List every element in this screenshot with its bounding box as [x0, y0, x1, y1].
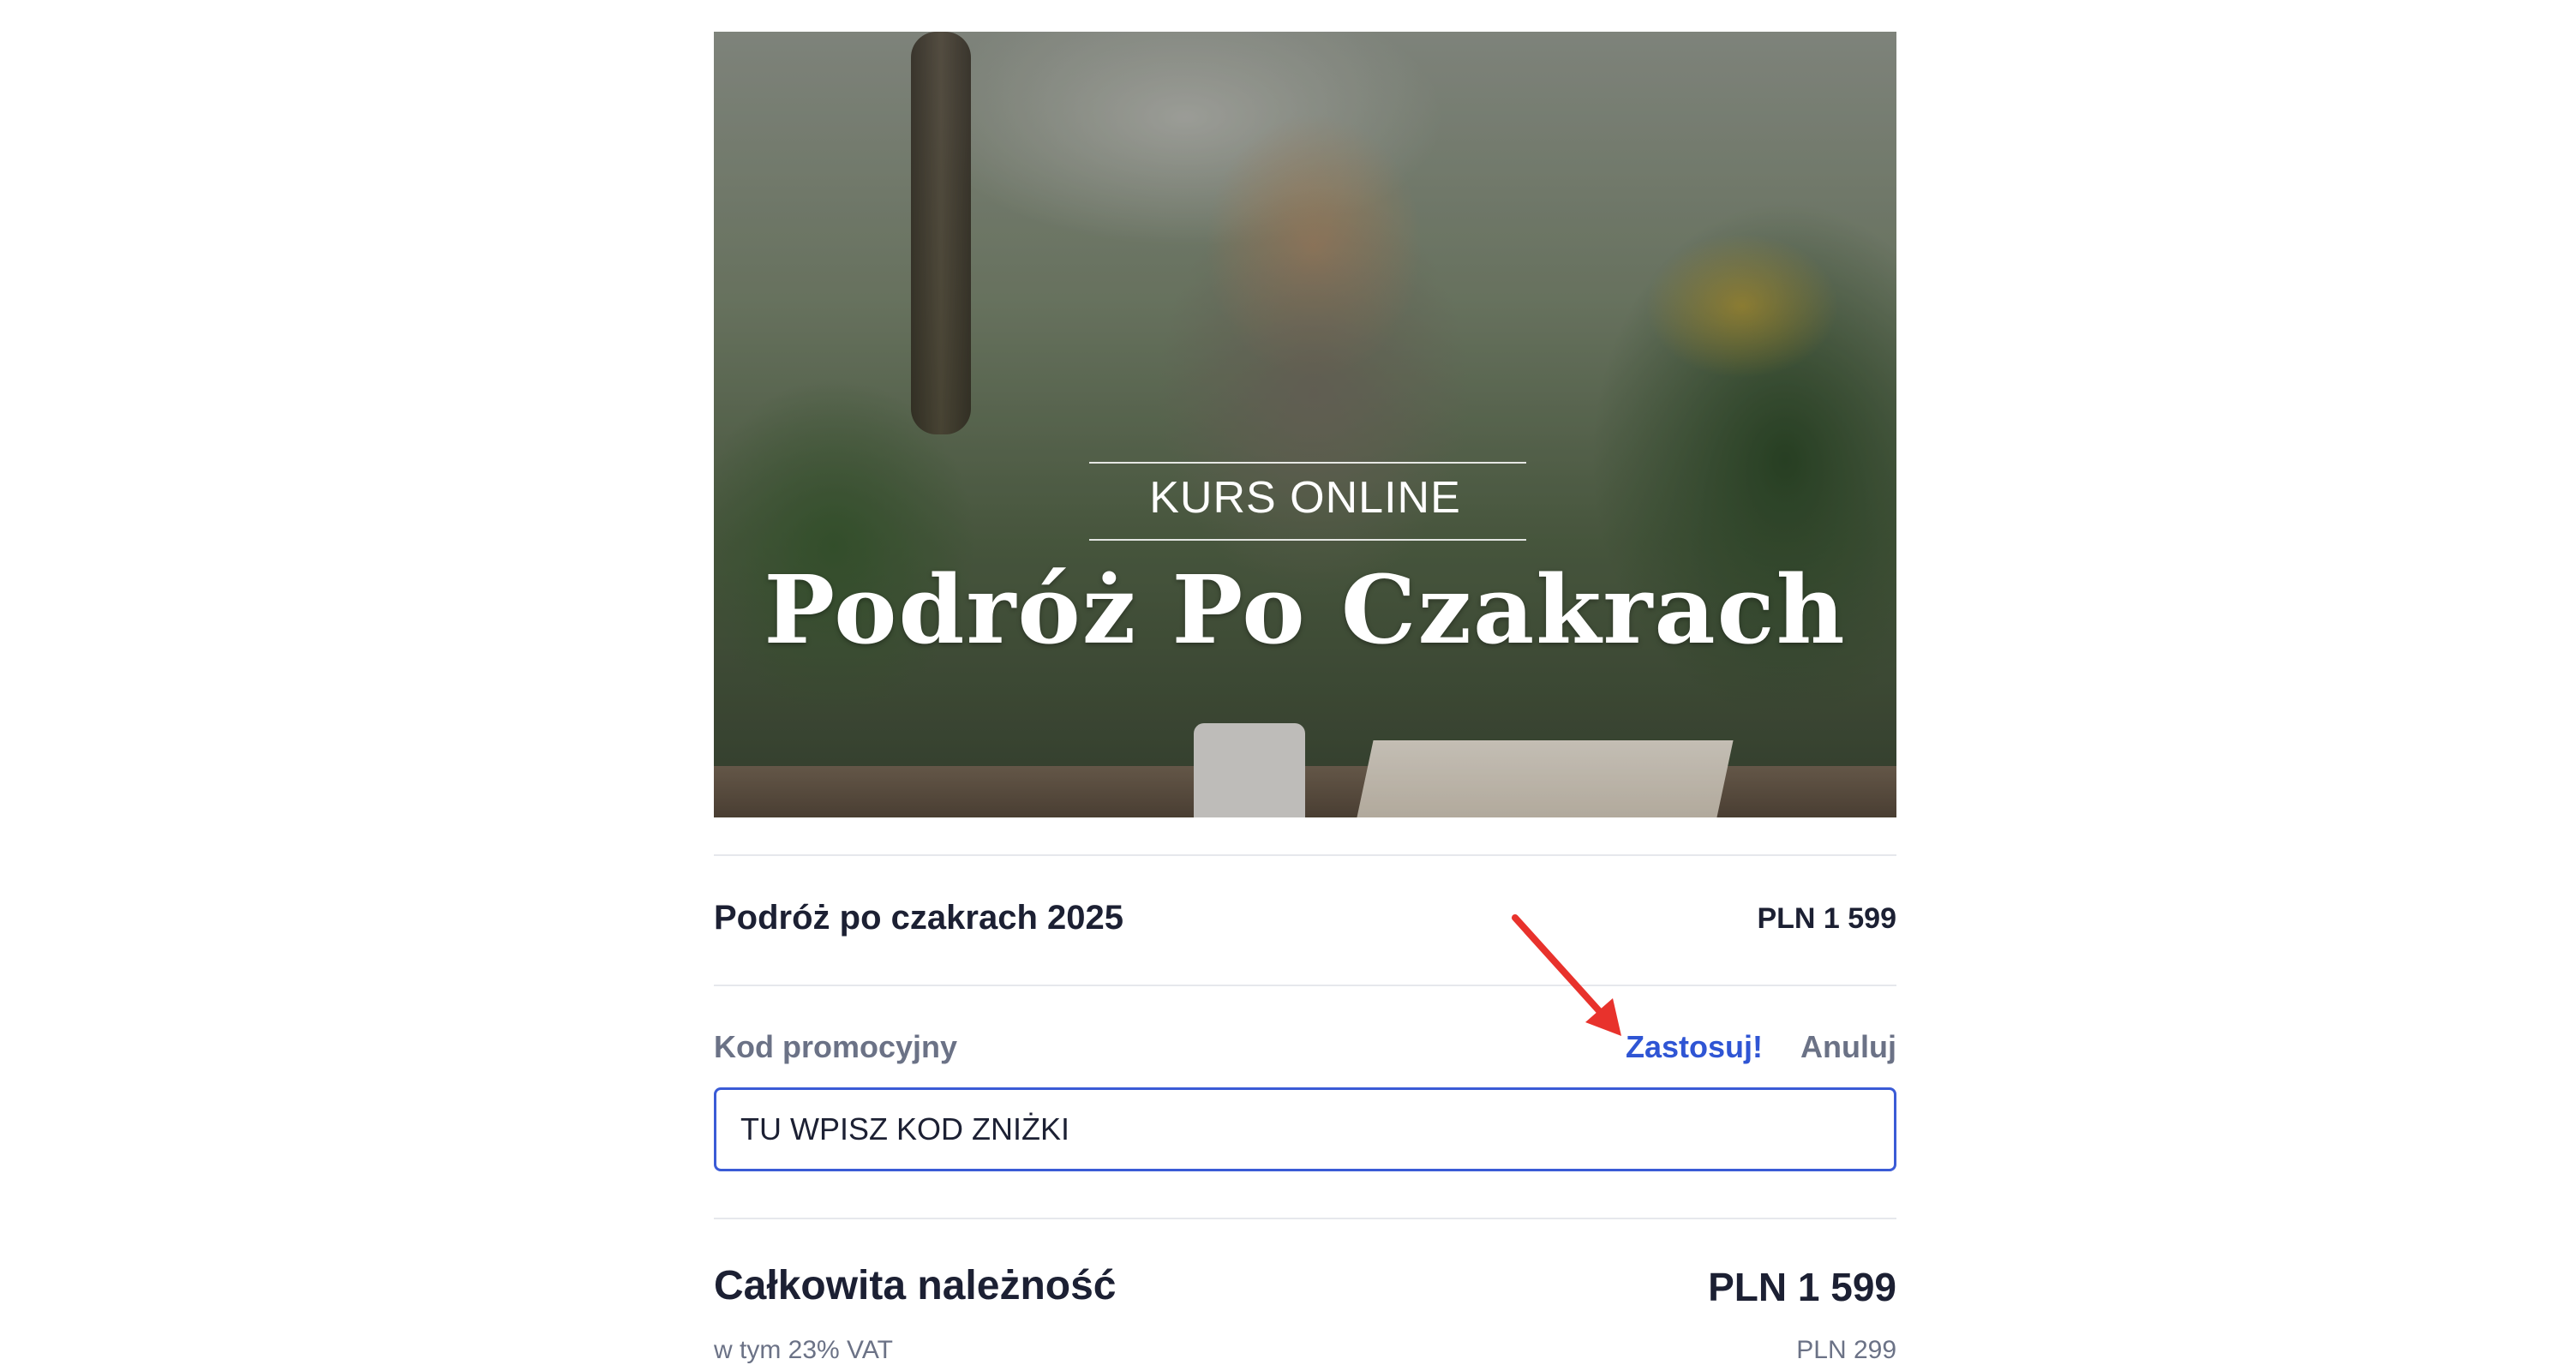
- product-price: PLN 1 599: [1757, 902, 1896, 935]
- product-name: Podróż po czakrach 2025: [714, 899, 1123, 937]
- total-label: Całkowita należność: [714, 1263, 1117, 1308]
- course-hero-image: KURS ONLINE Podróż Po Czakrach: [714, 32, 1896, 817]
- hero-eyebrow: KURS ONLINE: [1149, 473, 1461, 523]
- cancel-promo-button[interactable]: Anuluj: [1800, 1029, 1896, 1065]
- hero-rule-bottom: [1089, 539, 1526, 541]
- promo-code-label: Kod promocyjny: [714, 1029, 958, 1064]
- checkout-page: KURS ONLINE Podróż Po Czakrach Podróż po…: [0, 0, 2576, 1371]
- promo-code-section: Kod promocyjny Zastosuj! Anuluj: [714, 986, 1896, 1218]
- checkout-column: KURS ONLINE Podróż Po Czakrach Podróż po…: [714, 32, 1896, 1371]
- hero-overlay: KURS ONLINE Podróż Po Czakrach: [714, 32, 1896, 817]
- total-section: Całkowita należność PLN 1 599 w tym 23% …: [714, 1219, 1896, 1371]
- promo-code-input[interactable]: [714, 1087, 1896, 1171]
- product-row: Podróż po czakrach 2025 PLN 1 599: [714, 856, 1896, 985]
- apply-promo-button[interactable]: Zastosuj!: [1626, 1029, 1763, 1065]
- total-price: PLN 1 599: [1708, 1265, 1896, 1309]
- hero-title: Podróż Po Czakrach: [764, 554, 1847, 665]
- arrow-pointer-icon: [1512, 914, 1621, 1036]
- vat-price: PLN 299: [1796, 1336, 1896, 1364]
- vat-label: w tym 23% VAT: [714, 1336, 893, 1364]
- hero-rule-top: [1089, 462, 1526, 464]
